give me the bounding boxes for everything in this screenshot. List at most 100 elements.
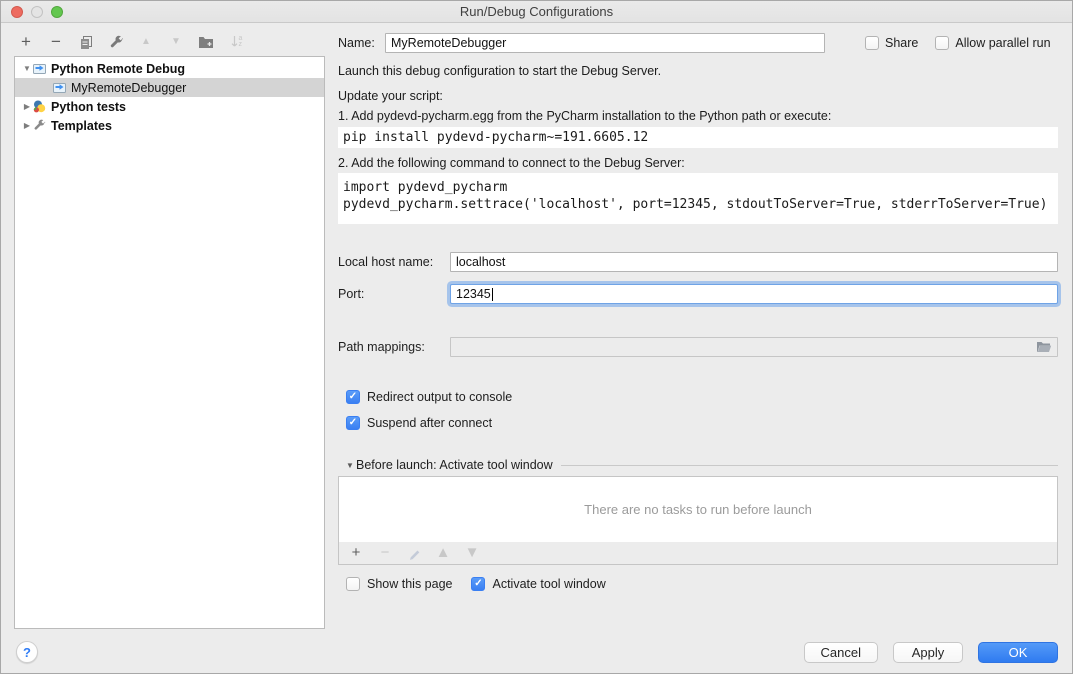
help-icon: ? (23, 645, 31, 660)
check-icon: ✓ (349, 392, 357, 402)
suspend-after-connect-checkbox[interactable]: ✓ (346, 416, 360, 430)
name-input[interactable] (385, 33, 825, 53)
settrace-code-line1: import pydevd_pycharm (343, 179, 1058, 196)
allow-parallel-run-checkbox[interactable] (935, 36, 949, 50)
open-folder-icon (1036, 341, 1052, 353)
new-folder-icon (198, 35, 214, 49)
share-label: Share (885, 36, 918, 50)
port-row: Port: 12345 (338, 284, 1058, 304)
move-down-icon: ▼ (171, 34, 181, 50)
port-input[interactable]: 12345 (450, 284, 1058, 304)
dialog-buttons: Cancel Apply OK (804, 642, 1058, 663)
add-configuration-button[interactable]: + (18, 33, 34, 51)
local-host-row: Local host name: (338, 252, 1058, 272)
tree-item-label: Python Remote Debug (51, 62, 185, 76)
edit-defaults-button[interactable] (108, 33, 124, 51)
help-button[interactable]: ? (16, 641, 38, 663)
step1-text: 1. Add pydevd-pycharm.egg from the PyCha… (338, 109, 831, 123)
remove-configuration-button[interactable]: − (48, 33, 64, 51)
configurations-toolbar: + − ▲ ▼ az (18, 31, 244, 53)
collapse-arrow-icon[interactable]: ▼ (344, 461, 356, 470)
settrace-code-line2: pydevd_pycharm.settrace('localhost', por… (343, 196, 1058, 213)
pencil-icon (408, 547, 421, 560)
tree-item-templates[interactable]: ▶ Templates (15, 116, 324, 135)
edit-task-button (406, 544, 422, 562)
port-label: Port: (338, 287, 450, 301)
intro-text: Launch this debug configuration to start… (338, 64, 661, 78)
allow-parallel-run-option[interactable]: Allow parallel run (935, 36, 1050, 50)
share-checkbox[interactable] (865, 36, 879, 50)
activate-tool-window-label: Activate tool window (492, 577, 605, 591)
before-launch-task-list[interactable]: There are no tasks to run before launch (338, 476, 1058, 543)
tree-item-python-remote-debug[interactable]: ▼ Python Remote Debug (15, 59, 324, 78)
move-task-up-button: ▲ (435, 544, 451, 562)
zoom-window-button[interactable] (51, 6, 63, 18)
templates-wrench-icon (33, 119, 47, 132)
traffic-lights (11, 6, 63, 18)
move-down-button: ▼ (168, 33, 184, 51)
apply-button[interactable]: Apply (893, 642, 963, 663)
name-row: Name: Share Allow parallel run (338, 33, 1061, 53)
run-debug-configurations-dialog: Run/Debug Configurations + − ▲ ▼ (0, 0, 1073, 674)
show-this-page-label: Show this page (367, 577, 452, 591)
check-icon: ✓ (474, 579, 482, 589)
activate-tool-window-checkbox[interactable]: ✓ (471, 577, 485, 591)
remote-debug-config-icon (53, 81, 67, 94)
check-icon: ✓ (349, 418, 357, 428)
tree-item-myremotedebugger-selected[interactable]: MyRemoteDebugger (15, 78, 324, 97)
sort-configurations-button: az (228, 33, 244, 51)
path-mappings-label: Path mappings: (338, 340, 450, 354)
move-up-button: ▲ (138, 33, 154, 51)
step2-text: 2. Add the following command to connect … (338, 156, 685, 170)
path-mappings-input[interactable] (450, 337, 1058, 357)
path-mappings-row: Path mappings: (338, 337, 1058, 357)
browse-path-mappings-button[interactable] (1036, 341, 1052, 353)
text-caret (492, 288, 493, 301)
minimize-window-button (31, 6, 43, 18)
redirect-output-label: Redirect output to console (367, 390, 512, 404)
copy-configuration-button[interactable] (78, 33, 94, 51)
empty-tasks-message: There are no tasks to run before launch (584, 502, 812, 517)
settrace-code: import pydevd_pycharm pydevd_pycharm.set… (338, 173, 1058, 224)
plus-icon: + (352, 545, 361, 561)
configurations-tree: ▼ Python Remote Debug MyRemoteDebugger ▶ (14, 56, 325, 629)
show-this-page-checkbox[interactable] (346, 577, 360, 591)
redirect-output-option[interactable]: ✓ Redirect output to console (346, 390, 512, 404)
allow-parallel-run-label: Allow parallel run (955, 36, 1050, 50)
suspend-after-connect-option[interactable]: ✓ Suspend after connect (346, 416, 492, 430)
add-task-button[interactable]: + (348, 544, 364, 562)
minus-icon: − (381, 545, 390, 561)
share-option[interactable]: Share (865, 36, 918, 50)
tree-item-label: Python tests (51, 100, 126, 114)
page-options-row: Show this page ✓ Activate tool window (346, 577, 606, 591)
close-window-button[interactable] (11, 6, 23, 18)
local-host-input[interactable] (450, 252, 1058, 272)
move-up-icon: ▲ (141, 34, 151, 50)
suspend-after-connect-label: Suspend after connect (367, 416, 492, 430)
tree-item-python-tests[interactable]: ▶ Python tests (15, 97, 324, 116)
remove-task-button: − (377, 544, 393, 562)
remote-debug-config-icon (33, 62, 47, 75)
plus-icon: + (21, 34, 31, 50)
expand-arrow-icon[interactable]: ▶ (21, 102, 33, 111)
create-folder-button[interactable] (198, 33, 214, 51)
move-up-icon: ▲ (436, 545, 451, 561)
expand-arrow-icon[interactable]: ▶ (21, 121, 33, 130)
collapse-arrow-icon[interactable]: ▼ (21, 64, 33, 73)
sort-alphabetically-icon: az (230, 35, 243, 49)
cancel-button[interactable]: Cancel (804, 642, 878, 663)
tree-item-label: Templates (51, 119, 112, 133)
section-divider (561, 465, 1058, 466)
move-down-icon: ▼ (465, 545, 480, 561)
before-launch-header[interactable]: ▼ Before launch: Activate tool window (344, 458, 1058, 472)
minus-icon: − (51, 34, 61, 50)
copy-icon (79, 35, 94, 50)
local-host-label: Local host name: (338, 255, 450, 269)
configuration-editor: Name: Share Allow parallel run Launch th… (338, 1, 1061, 674)
wrench-icon (109, 35, 124, 50)
ok-button[interactable]: OK (978, 642, 1058, 663)
before-launch-title: Before launch: Activate tool window (356, 458, 553, 472)
name-label: Name: (338, 36, 385, 50)
redirect-output-checkbox[interactable]: ✓ (346, 390, 360, 404)
port-value: 12345 (456, 287, 491, 301)
